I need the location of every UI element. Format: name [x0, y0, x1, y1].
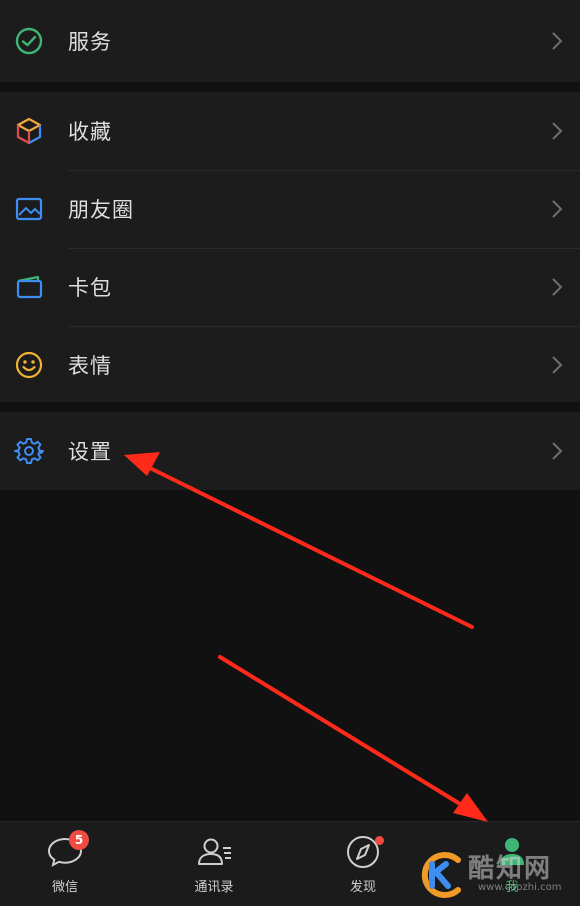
wechat-pay-icon: [14, 26, 44, 56]
menu-item-label: 服务: [68, 30, 112, 54]
contacts-icon: [194, 834, 234, 870]
menu-item-label: 收藏: [68, 120, 112, 144]
moments-picture-icon: [14, 194, 44, 224]
tab-discover[interactable]: 发现: [313, 822, 413, 906]
tab-label: 发现: [349, 880, 376, 895]
chevron-right-icon: [552, 32, 563, 50]
card-wallet-icon: [14, 272, 44, 302]
menu-item-card-wallet[interactable]: 卡包: [0, 248, 580, 326]
chat-bubble-icon: 5: [45, 830, 89, 870]
menu-item-label: 表情: [68, 354, 112, 378]
chevron-right-icon: [552, 200, 563, 218]
menu-item-label: 朋友圈: [68, 198, 134, 222]
watermark-text: 酷知网: [468, 854, 553, 884]
menu-group-personal: 收藏 朋友圈 卡包 表情: [0, 92, 580, 402]
menu-group-settings: 设置: [0, 412, 580, 490]
menu-item-favorites[interactable]: 收藏: [0, 92, 580, 170]
notification-dot: [375, 836, 384, 845]
menu-item-moments[interactable]: 朋友圈: [0, 170, 580, 248]
tab-chats[interactable]: 5 微信: [15, 822, 115, 906]
watermark: 酷知网 www.coozhi.com: [418, 842, 580, 906]
arrow-to-me-tab: [218, 655, 488, 822]
chevron-right-icon: [552, 442, 563, 460]
unread-badge: 5: [69, 830, 89, 850]
menu-item-label: 卡包: [68, 276, 112, 300]
watermark-url: www.coozhi.com: [478, 882, 562, 893]
menu-item-services[interactable]: 服务: [0, 0, 580, 82]
compass-icon: [343, 834, 384, 870]
tab-label: 微信: [51, 880, 78, 895]
menu-item-settings[interactable]: 设置: [0, 412, 580, 490]
menu-group-services: 服务: [0, 0, 580, 82]
favorites-cube-icon: [14, 116, 44, 146]
tab-label: 通讯录: [194, 880, 234, 895]
gear-icon: [14, 436, 44, 466]
sticker-smiley-icon: [14, 350, 44, 380]
menu-item-stickers[interactable]: 表情: [0, 326, 580, 404]
chevron-right-icon: [552, 278, 563, 296]
chevron-right-icon: [552, 122, 563, 140]
menu-item-label: 设置: [68, 440, 112, 464]
watermark-logo: [421, 852, 461, 898]
chevron-right-icon: [552, 356, 563, 374]
tab-contacts[interactable]: 通讯录: [164, 822, 264, 906]
